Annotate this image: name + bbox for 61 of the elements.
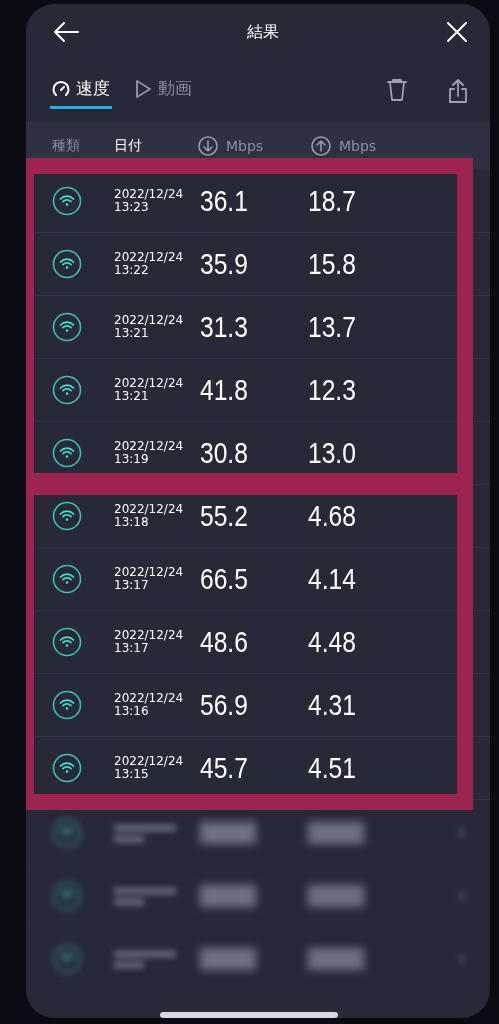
time-text: 13:21 (114, 390, 150, 403)
blurred-value (200, 948, 256, 970)
download-speed: 48.6 (200, 625, 249, 659)
date-text: 2022/12/24 (114, 566, 185, 579)
time-text: 13:17 (114, 642, 150, 655)
time-text: 13:22 (114, 264, 150, 277)
blurred-value (308, 948, 364, 970)
download-speed: 66.5 (200, 562, 249, 596)
download-speed: 36.1 (200, 184, 249, 218)
upload-speed: 13.0 (308, 436, 357, 470)
date-text: 2022/12/24 (114, 314, 185, 327)
upload-speed: 13.7 (308, 310, 357, 344)
date-text: 2022/12/24 (114, 440, 185, 453)
share-icon[interactable] (448, 78, 468, 104)
play-icon (134, 78, 152, 99)
download-speed: 41.8 (200, 373, 249, 407)
blurred-value (200, 822, 256, 844)
date-text: 2022/12/24 (114, 692, 185, 705)
blurred-value (200, 885, 256, 907)
back-arrow-icon[interactable] (52, 21, 80, 43)
date-text: 2022/12/24 (114, 188, 185, 201)
upload-speed: 4.48 (308, 625, 357, 659)
blurred-value (308, 822, 364, 844)
upload-speed: 18.7 (308, 184, 357, 218)
screen-title: 結果 (247, 21, 279, 43)
upload-speed: 4.14 (308, 562, 357, 596)
tab[interactable]: 動画 (132, 73, 194, 109)
download-speed: 55.2 (200, 499, 249, 533)
date-text: 2022/12/24 (114, 377, 185, 390)
column-header: 日付 (114, 137, 142, 155)
trash-icon[interactable] (386, 78, 408, 102)
download-speed: 30.8 (200, 436, 249, 470)
time-text: 13:15 (114, 768, 150, 781)
blurred-value (308, 885, 364, 907)
time-text: 13:16 (114, 705, 150, 718)
time-text: 13:23 (114, 201, 150, 214)
upload-speed: 4.51 (308, 751, 357, 785)
date-text: 2022/12/24 (114, 755, 185, 768)
column-header: 種類 (52, 137, 80, 155)
download-speed: 56.9 (200, 688, 249, 722)
tab[interactable]: 速度 (50, 73, 112, 109)
time-text: 13:17 (114, 579, 150, 592)
gauge-icon (52, 79, 70, 98)
date-text: 2022/12/24 (114, 251, 185, 264)
close-icon[interactable] (446, 21, 468, 43)
upload-speed: 12.3 (308, 373, 357, 407)
upload-speed: 15.8 (308, 247, 357, 281)
upload-speed: 4.31 (308, 688, 357, 722)
time-text: 13:21 (114, 327, 150, 340)
upload-speed: 4.68 (308, 499, 357, 533)
time-text: 13:18 (114, 516, 150, 529)
download-speed: 45.7 (200, 751, 249, 785)
upload-icon (311, 136, 331, 156)
download-icon (198, 136, 218, 156)
date-text: 2022/12/24 (114, 629, 185, 642)
column-header: Mbps (226, 138, 264, 154)
column-header: Mbps (339, 138, 377, 154)
date-text: 2022/12/24 (114, 503, 185, 516)
download-speed: 31.3 (200, 310, 249, 344)
download-speed: 35.9 (200, 247, 249, 281)
time-text: 13:19 (114, 453, 150, 466)
